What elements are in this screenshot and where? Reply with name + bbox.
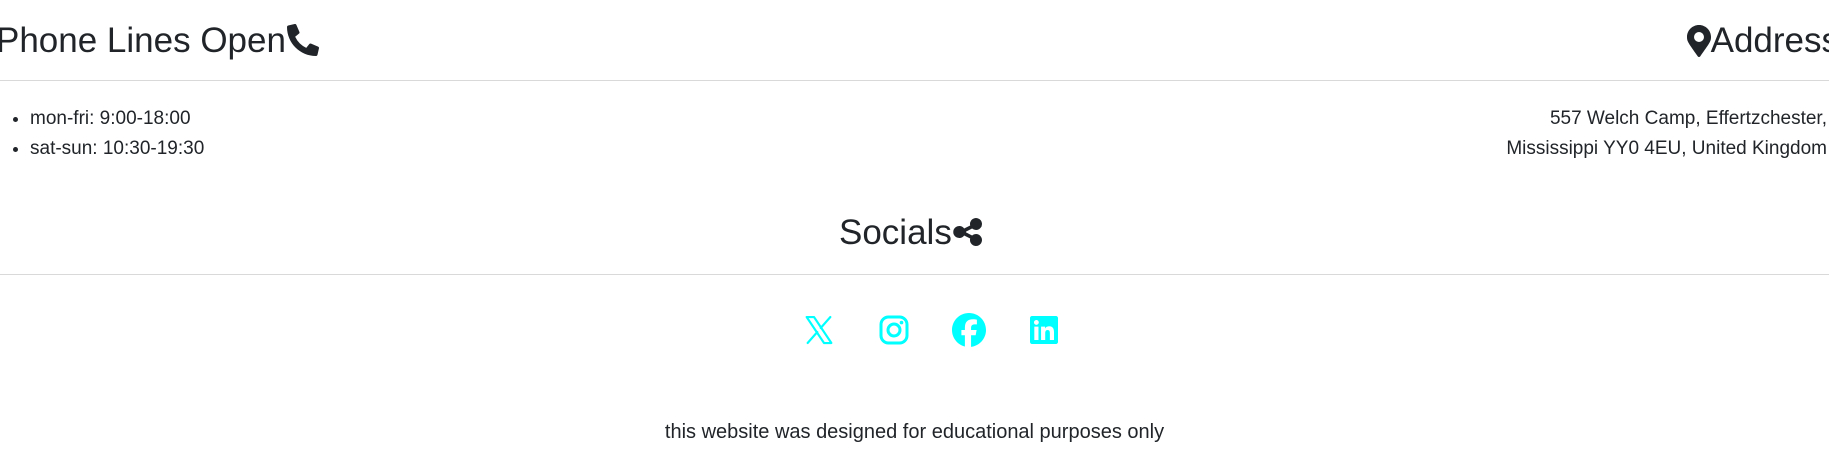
address-line-1: 557 Welch Camp, Effertzchester, [1549,108,1827,129]
linkedin-link[interactable] [1025,311,1063,349]
address-heading-text: Address [1710,21,1829,60]
instagram-link[interactable] [875,311,913,349]
linkedin-icon [1028,314,1060,346]
footer-disclaimer: this website was designed for educationa… [664,421,1165,443]
phone-hours-list: mon-fri: 9:00-18:00 sat-sun: 10:30-19:30 [0,104,204,164]
map-pin-icon [1686,24,1711,57]
phone-icon [286,24,319,56]
facebook-link[interactable] [950,311,988,349]
phone-lines-heading-text: Phone Lines Open [0,21,286,60]
x-twitter-icon [803,314,835,346]
address-heading: Address [1686,21,1829,61]
social-links [800,311,1063,349]
hours-item-weekend: sat-sun: 10:30-19:30 [30,134,204,164]
hours-item-weekdays: mon-fri: 9:00-18:00 [30,104,204,134]
share-icon [952,218,983,248]
address-line-2: Mississippi YY0 4EU, United Kingdom [1506,138,1827,159]
socials-heading: Socials [839,213,983,253]
section-divider [0,80,1829,81]
x-twitter-link[interactable] [800,311,838,349]
facebook-icon [952,313,986,347]
socials-divider [0,274,1829,275]
instagram-icon [878,314,910,346]
contact-footer-page: Phone Lines Open Address mon-fri: 9:00-1… [0,0,1829,455]
address-text: 557 Welch Camp, Effertzchester, Mississi… [1506,104,1827,164]
phone-lines-heading: Phone Lines Open [0,21,319,61]
socials-heading-text: Socials [839,213,952,252]
